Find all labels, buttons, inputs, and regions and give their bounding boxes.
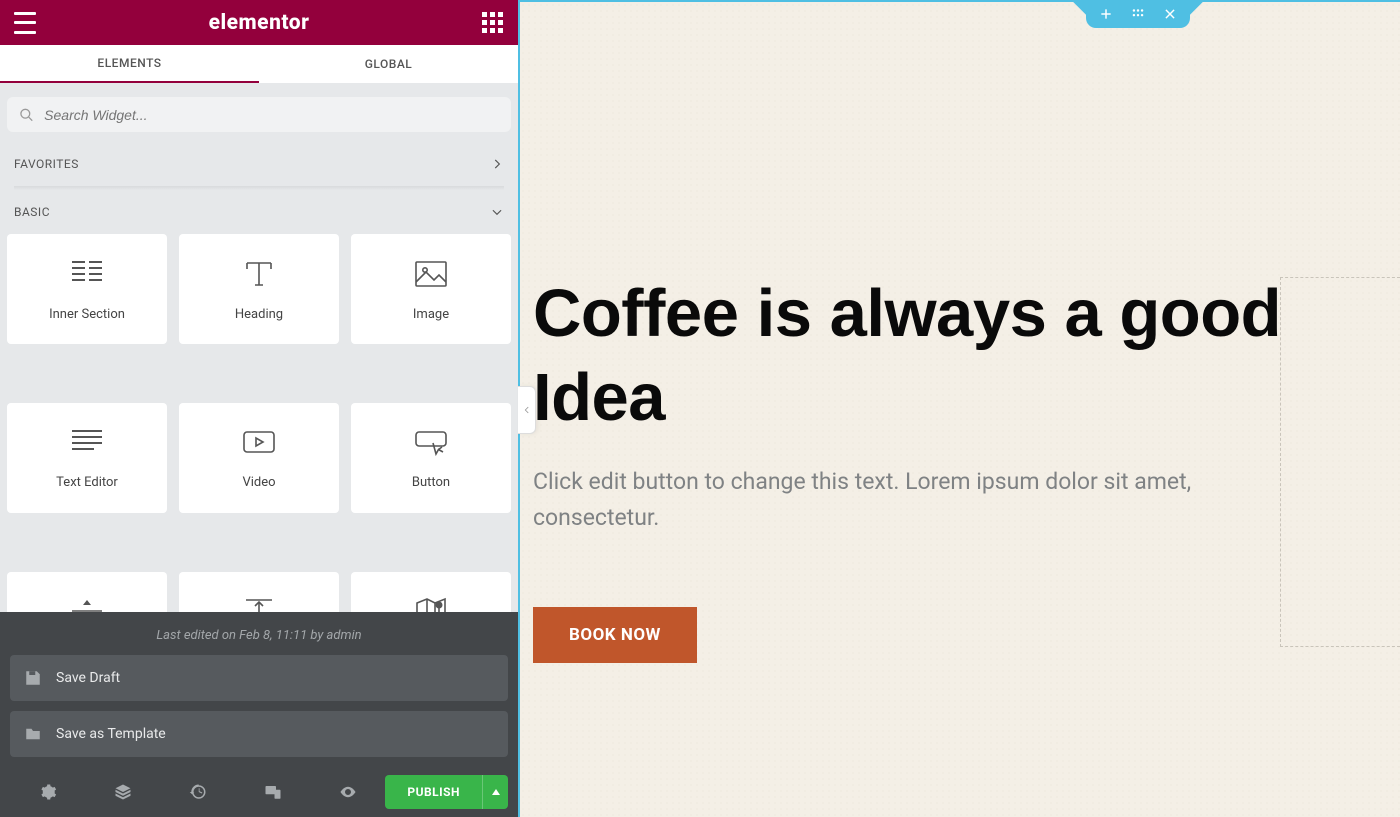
save-template-button[interactable]: Save as Template	[10, 711, 508, 757]
search-icon	[19, 107, 34, 123]
last-edited-text: Last edited on Feb 8, 11:11 by admin	[0, 612, 518, 655]
tab-elements[interactable]: ELEMENTS	[0, 45, 259, 83]
caret-up-icon	[491, 787, 501, 797]
widgets-panel-icon[interactable]	[482, 12, 504, 34]
columns-icon	[70, 257, 104, 291]
widget-label: Heading	[235, 307, 283, 322]
search-input[interactable]	[44, 107, 499, 123]
eye-icon	[339, 783, 357, 801]
video-icon	[242, 425, 276, 459]
navigator-button[interactable]	[85, 767, 160, 817]
search-box[interactable]	[7, 97, 511, 132]
section-favorites[interactable]: FAVORITES	[0, 142, 518, 186]
image-icon	[414, 257, 448, 291]
brand-logo: elementor	[209, 11, 310, 35]
save-template-label: Save as Template	[56, 726, 166, 742]
panel-footer: PUBLISH	[0, 767, 518, 817]
hero-heading[interactable]: Coffee is always a good Idea	[533, 272, 1400, 440]
chevron-down-icon	[490, 205, 504, 219]
widget-label: Video	[242, 475, 275, 490]
widget-button[interactable]: Button	[351, 403, 511, 513]
preview-canvas[interactable]: Coffee is always a good Idea Click edit …	[518, 0, 1400, 817]
widget-inner-section[interactable]: Inner Section	[7, 234, 167, 344]
widget-label: Button	[412, 475, 450, 490]
publish-wrap: PUBLISH	[385, 775, 508, 809]
publish-button[interactable]: PUBLISH	[385, 775, 482, 809]
publish-options-toggle[interactable]	[482, 775, 508, 809]
search-wrap	[0, 83, 518, 142]
tab-global[interactable]: GLOBAL	[259, 45, 518, 83]
section-content: Coffee is always a good Idea Click edit …	[533, 272, 1400, 663]
chevron-right-icon	[490, 157, 504, 171]
gear-icon	[39, 783, 57, 801]
settings-button[interactable]	[10, 767, 85, 817]
widget-heading[interactable]: Heading	[179, 234, 339, 344]
widget-video[interactable]: Video	[179, 403, 339, 513]
widget-label: Text Editor	[56, 475, 118, 490]
save-options-popover: Last edited on Feb 8, 11:11 by admin Sav…	[0, 612, 518, 767]
section-favorites-label: FAVORITES	[14, 157, 79, 171]
responsive-button[interactable]	[235, 767, 310, 817]
panel-header: elementor	[0, 0, 518, 45]
section-basic[interactable]: BASIC	[0, 190, 518, 234]
save-draft-label: Save Draft	[56, 670, 120, 686]
widget-label: Inner Section	[49, 307, 125, 322]
section-tab-edge	[1060, 0, 1086, 26]
history-button[interactable]	[160, 767, 235, 817]
section-tab-edge	[1190, 0, 1216, 26]
editor-panel: elementor ELEMENTS GLOBAL FAVORITES BASI…	[0, 0, 518, 817]
save-draft-button[interactable]: Save Draft	[10, 655, 508, 701]
save-icon	[24, 669, 42, 687]
edit-section-icon[interactable]	[1131, 7, 1145, 21]
hero-cta-button[interactable]: BOOK NOW	[533, 607, 697, 663]
preview-button[interactable]	[310, 767, 385, 817]
menu-icon[interactable]	[14, 12, 36, 34]
history-icon	[189, 783, 207, 801]
widget-text-editor[interactable]: Text Editor	[7, 403, 167, 513]
type-icon	[242, 257, 276, 291]
folder-icon	[24, 725, 42, 743]
layers-icon	[114, 783, 132, 801]
section-basic-label: BASIC	[14, 205, 50, 219]
delete-section-icon[interactable]	[1163, 7, 1177, 21]
chevron-left-icon	[522, 405, 532, 415]
widget-image[interactable]: Image	[351, 234, 511, 344]
section-toolbar	[1086, 0, 1190, 28]
hero-paragraph[interactable]: Click edit button to change this text. L…	[533, 464, 1273, 538]
add-section-icon[interactable]	[1099, 7, 1113, 21]
panel-tabs: ELEMENTS GLOBAL	[0, 45, 518, 83]
widget-label: Image	[413, 307, 449, 322]
devices-icon	[264, 783, 282, 801]
button-click-icon	[414, 425, 448, 459]
text-lines-icon	[70, 425, 104, 459]
